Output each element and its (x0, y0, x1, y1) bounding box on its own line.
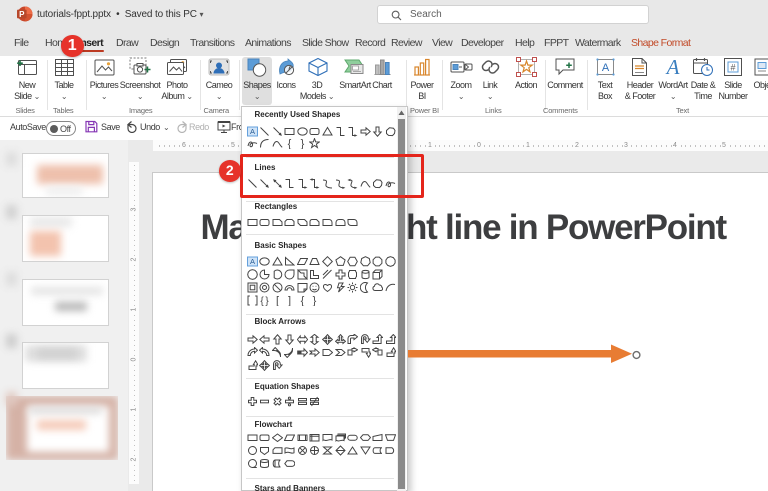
svg-text:#: # (730, 63, 735, 73)
svg-text:A: A (249, 257, 254, 266)
svg-text:[: [ (276, 295, 279, 306)
svg-text:}: } (313, 295, 317, 306)
svg-text:P: P (19, 10, 25, 19)
svg-text:}: } (265, 296, 269, 306)
svg-text:A: A (665, 56, 680, 77)
svg-text:A: A (249, 127, 254, 136)
svg-text:{: { (260, 296, 264, 306)
svg-text:{: { (288, 138, 292, 149)
svg-text:{: { (301, 295, 305, 306)
svg-text:}: } (301, 138, 305, 149)
svg-text:]: ] (288, 295, 291, 306)
svg-text:A: A (602, 62, 610, 74)
